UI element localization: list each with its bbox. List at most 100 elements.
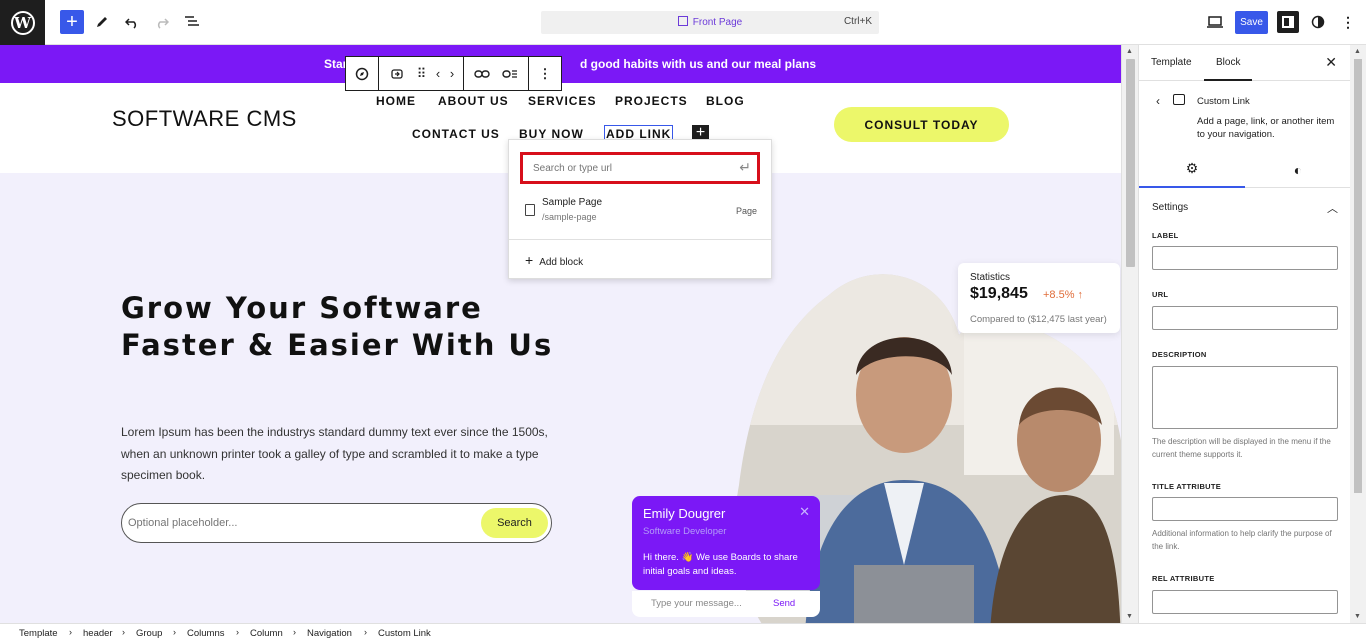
redo-button[interactable] — [150, 10, 174, 34]
title-attribute-label: TITLE ATTRIBUTE — [1152, 482, 1222, 491]
stats-label: Statistics — [970, 272, 1011, 283]
url-input[interactable] — [1152, 306, 1338, 330]
close-icon[interactable]: ✕ — [1325, 54, 1337, 71]
chat-card[interactable]: Emily Dougrer Software Developer ✕ Hi th… — [632, 496, 820, 590]
link-search-field[interactable]: ↵ — [520, 152, 760, 184]
settings-panel-header[interactable]: Settings ︿ — [1152, 200, 1338, 216]
hero-search-form: Search — [121, 503, 552, 543]
nav-item-home[interactable]: HOME — [376, 94, 416, 108]
chevron-up-icon[interactable]: ︿ — [1327, 200, 1338, 216]
block-type-button[interactable] — [383, 57, 411, 90]
tab-settings[interactable]: ⚙ — [1139, 151, 1245, 188]
styles-button[interactable] — [1306, 10, 1330, 34]
canvas-scroll-thumb[interactable] — [1126, 59, 1135, 267]
block-inserter-button[interactable]: + — [60, 10, 84, 34]
options-menu-button[interactable]: ⋮ — [1336, 10, 1360, 34]
chevron-right-icon: › — [449, 66, 455, 81]
stats-compared: Compared to ($12,475 last year) — [970, 314, 1107, 325]
link-icon — [474, 69, 490, 78]
hero-title[interactable]: Grow Your Software Faster & Easier with … — [121, 290, 581, 364]
block-toolbar-options-group: ⋮ — [529, 57, 561, 90]
suggestion-url: /sample-page — [542, 212, 597, 222]
arrow-up-icon: ↑ — [1074, 289, 1084, 301]
breadcrumb-item[interactable]: Group — [136, 628, 162, 639]
save-button[interactable]: Save — [1235, 11, 1268, 34]
tab-template[interactable]: Template — [1151, 57, 1192, 68]
move-right-button[interactable]: › — [445, 57, 459, 90]
scroll-down-icon[interactable]: ▼ — [1354, 613, 1361, 620]
chevron-right-icon: › — [236, 627, 239, 637]
title-attribute-input[interactable] — [1152, 497, 1338, 521]
nav-add-block-button[interactable]: + — [692, 125, 709, 141]
contrast-icon — [1311, 15, 1325, 29]
description-field-label: DESCRIPTION — [1152, 350, 1207, 359]
chat-input-placeholder[interactable]: Type your message... — [651, 598, 742, 609]
chevron-left-icon[interactable]: ‹ — [1156, 94, 1160, 108]
add-block-button[interactable]: + Add block — [525, 252, 583, 268]
breadcrumb-item[interactable]: header — [83, 628, 113, 639]
contrast-icon: ◐ — [1293, 161, 1303, 178]
gear-icon: ⚙ — [1185, 160, 1199, 176]
breadcrumb-item[interactable]: Template — [19, 628, 58, 639]
site-title[interactable]: SOFTWARE CMS — [112, 106, 297, 132]
document-title: Front Page — [541, 16, 879, 28]
promo-text-right: d good habits with us and our meal plans — [580, 57, 817, 71]
description-textarea[interactable] — [1152, 366, 1338, 429]
tab-styles[interactable]: ◐ — [1245, 151, 1350, 188]
sidebar-scroll-thumb[interactable] — [1354, 59, 1362, 493]
consult-today-button[interactable]: CONSULT TODAY — [834, 107, 1009, 142]
scroll-up-icon[interactable]: ▲ — [1126, 48, 1133, 55]
stats-growth: +8.5% ↑ — [1043, 289, 1084, 301]
canvas-scrollbar[interactable]: ▲ ▼ — [1121, 45, 1138, 623]
nav-item-contact-us[interactable]: CONTACT US — [412, 127, 500, 141]
chevron-right-icon: › — [364, 627, 367, 637]
label-input[interactable] — [1152, 246, 1338, 270]
nav-item-projects[interactable]: PROJECTS — [615, 94, 688, 108]
tab-block[interactable]: Block — [1203, 57, 1254, 81]
enter-icon[interactable]: ↵ — [739, 159, 751, 176]
select-parent-button[interactable] — [348, 57, 376, 90]
link-button[interactable] — [468, 57, 496, 90]
rel-attribute-input[interactable] — [1152, 590, 1338, 614]
chevron-right-icon: › — [69, 627, 72, 637]
hero-search-button[interactable]: Search — [481, 508, 548, 538]
block-toolbar-link-group — [464, 57, 529, 90]
drag-handle[interactable]: ⠿ — [411, 57, 431, 90]
title-attribute-help: Additional information to help clarify t… — [1152, 529, 1332, 551]
chevron-right-icon: › — [293, 627, 296, 637]
undo-button[interactable] — [120, 10, 144, 34]
add-submenu-button[interactable] — [496, 57, 524, 90]
block-options-button[interactable]: ⋮ — [531, 57, 559, 90]
nav-item-about-us[interactable]: ABOUT US — [438, 94, 509, 108]
statistics-card[interactable]: Statistics $19,845 +8.5% ↑ Compared to (… — [958, 263, 1120, 333]
hero-search-input[interactable] — [128, 508, 468, 538]
inspector-tabs: ⚙ ◐ — [1139, 151, 1350, 188]
close-icon[interactable]: ✕ — [799, 504, 810, 520]
link-search-input[interactable] — [533, 160, 723, 176]
list-view-button[interactable] — [180, 10, 204, 34]
nav-item-blog[interactable]: BLOG — [706, 94, 745, 108]
preview-button[interactable] — [1203, 10, 1227, 34]
chevron-left-icon: ‹ — [435, 66, 441, 81]
breadcrumb-item[interactable]: Custom Link — [378, 628, 431, 639]
move-left-button[interactable]: ‹ — [431, 57, 445, 90]
link-suggestion-item[interactable]: Sample Page /sample-page Page — [509, 192, 771, 238]
breadcrumb-item[interactable]: Columns — [187, 628, 225, 639]
nav-item-services[interactable]: SERVICES — [528, 94, 596, 108]
tools-button[interactable] — [90, 10, 114, 34]
wordpress-logo-button[interactable]: W — [0, 0, 45, 45]
shortcut-hint: Ctrl+K — [843, 16, 872, 27]
settings-sidebar: Template Block ✕ ‹ Custom Link Add a pag… — [1138, 45, 1350, 623]
scroll-up-icon[interactable]: ▲ — [1354, 48, 1361, 55]
breadcrumb-item[interactable]: Column — [250, 628, 283, 639]
block-toolbar-parent-group — [346, 57, 379, 90]
chat-send-button[interactable]: Send — [773, 598, 795, 609]
scroll-down-icon[interactable]: ▼ — [1126, 613, 1133, 620]
chat-input-bar[interactable]: Type your message... Send — [632, 591, 820, 617]
breadcrumb-item[interactable]: Navigation — [307, 628, 352, 639]
settings-toggle-button[interactable] — [1277, 11, 1299, 33]
sidebar-scrollbar[interactable]: ▲ ▼ — [1350, 45, 1366, 623]
command-palette-bar[interactable]: Front Page Ctrl+K — [541, 11, 879, 34]
hero-description[interactable]: Lorem Ipsum has been the industrys stand… — [121, 422, 561, 487]
plus-icon: + — [66, 11, 78, 33]
